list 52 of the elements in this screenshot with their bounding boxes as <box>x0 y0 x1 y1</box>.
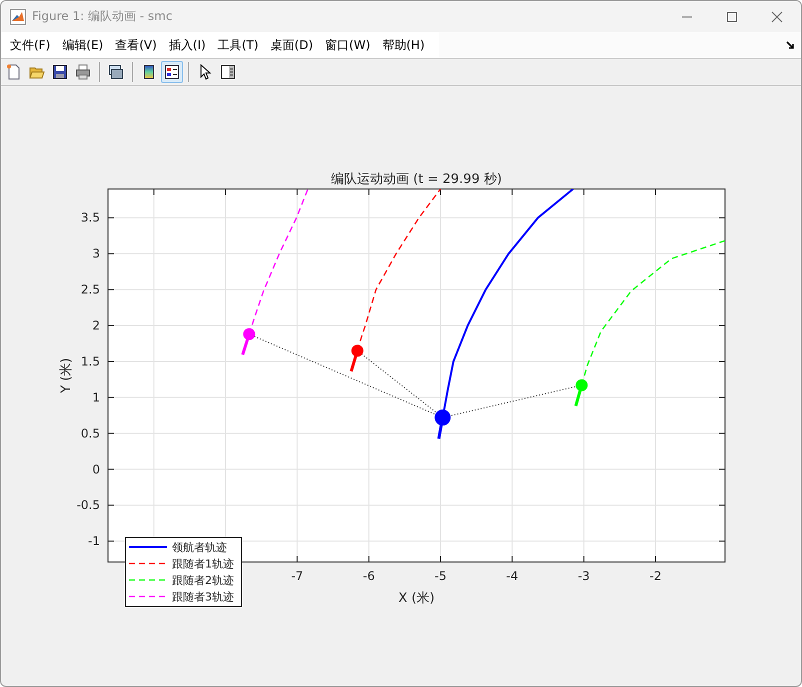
x-axis-label: X (米) <box>398 591 435 606</box>
menu-item[interactable]: 桌面(D) <box>266 36 322 54</box>
dock-arrow-icon[interactable] <box>786 40 795 50</box>
legend-label: 跟随者2轨迹 <box>172 574 234 587</box>
maximize-icon[interactable] <box>726 10 738 22</box>
y-tick-label: 3 <box>92 246 100 261</box>
point <box>243 328 256 340</box>
link-icon <box>108 64 124 80</box>
legend-line-icon <box>129 546 167 548</box>
print-icon <box>75 64 91 80</box>
y-tick-label: 2.5 <box>80 282 100 297</box>
menu-item[interactable]: 帮助(H) <box>378 36 433 54</box>
new-icon <box>6 64 22 80</box>
y-tick-label: 3.5 <box>80 210 100 225</box>
chart-title: 编队运动动画 (t = 29.99 秒) <box>331 172 502 187</box>
menu-item[interactable]: 插入(I) <box>164 36 214 54</box>
y-tick-label: 1.5 <box>80 354 100 368</box>
point <box>576 379 588 392</box>
point <box>434 410 451 426</box>
legend-icon <box>164 64 180 80</box>
y-tick-label: 1 <box>92 390 100 404</box>
legend-line-icon <box>129 562 167 564</box>
colorbar-icon <box>141 64 157 80</box>
y-tick-label: 2 <box>92 318 100 333</box>
x-tick-label: -7 <box>291 569 304 583</box>
menu-item[interactable]: 编辑(E) <box>58 36 112 54</box>
y-tick-label: 0.5 <box>80 426 100 440</box>
y-tick-label: 0 <box>92 462 100 476</box>
menu-item[interactable]: 查看(V) <box>111 36 165 54</box>
legend-line-icon <box>129 596 167 598</box>
y-tick-label: -0.5 <box>76 498 100 512</box>
legend-button[interactable] <box>161 61 183 83</box>
app-icon <box>10 8 26 24</box>
close-icon[interactable] <box>771 10 783 22</box>
y-axis-label: Y (米) <box>59 358 74 394</box>
legend-label: 跟随者3轨迹 <box>172 590 234 604</box>
panel-icon <box>220 64 236 80</box>
x-tick-label: -6 <box>362 569 375 583</box>
menu-item[interactable]: 文件(F) <box>6 36 58 54</box>
window-title: Figure 1: 编队动画 - smc <box>32 8 172 25</box>
menu-item[interactable]: 工具(T) <box>214 36 266 54</box>
point <box>351 344 364 357</box>
x-tick-label: -5 <box>434 569 446 583</box>
x-tick-label: -4 <box>506 569 518 583</box>
save-icon <box>52 64 68 80</box>
menu-item[interactable]: 窗口(W) <box>321 36 378 54</box>
legend-label: 领航者轨迹 <box>172 541 227 554</box>
x-tick-label: -2 <box>650 569 662 583</box>
legend-line-icon <box>129 579 167 581</box>
x-tick-label: -3 <box>578 569 590 583</box>
legend-label: 跟随者1轨迹 <box>172 558 234 570</box>
y-tick-label: -1 <box>88 534 100 548</box>
